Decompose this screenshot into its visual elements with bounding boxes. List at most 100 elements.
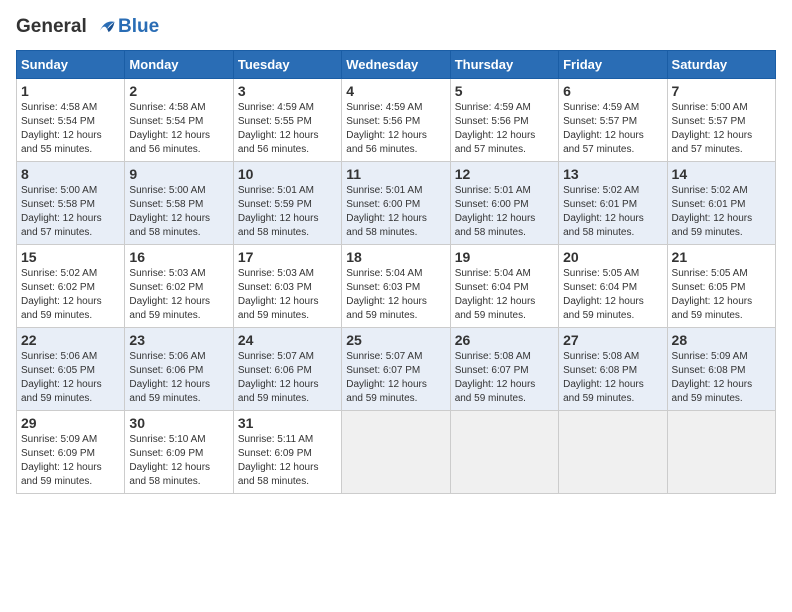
day-number: 23 xyxy=(129,332,228,348)
day-cell: 14 Sunrise: 5:02 AM Sunset: 6:01 PM Dayli… xyxy=(667,162,775,245)
day-number: 5 xyxy=(455,83,554,99)
day-number: 8 xyxy=(21,166,120,182)
week-row-3: 15 Sunrise: 5:02 AM Sunset: 6:02 PM Dayli… xyxy=(17,245,776,328)
day-info: Sunrise: 4:59 AM Sunset: 5:57 PM Dayligh… xyxy=(563,101,662,157)
day-info: Sunrise: 5:01 AM Sunset: 6:00 PM Dayligh… xyxy=(346,184,445,240)
day-number: 26 xyxy=(455,332,554,348)
day-cell: 4 Sunrise: 4:59 AM Sunset: 5:56 PM Daylig… xyxy=(342,79,450,162)
col-header-friday: Friday xyxy=(559,51,667,79)
day-cell xyxy=(342,411,450,494)
day-cell: 3Sunrise: 4:59 AM Sunset: 5:55 PM Daylig… xyxy=(233,79,341,162)
week-row-2: 8 Sunrise: 5:00 AM Sunset: 5:58 PM Daylig… xyxy=(17,162,776,245)
day-number: 10 xyxy=(238,166,337,182)
day-info: Sunrise: 4:59 AM Sunset: 5:56 PM Dayligh… xyxy=(346,101,445,157)
col-header-wednesday: Wednesday xyxy=(342,51,450,79)
day-info: Sunrise: 5:07 AM Sunset: 6:06 PM Dayligh… xyxy=(238,350,337,406)
day-number: 1 xyxy=(21,83,120,99)
day-info: Sunrise: 5:06 AM Sunset: 6:06 PM Dayligh… xyxy=(129,350,228,406)
page-header: General Blue xyxy=(16,16,776,38)
day-info: Sunrise: 5:10 AM Sunset: 6:09 PM Dayligh… xyxy=(129,433,228,489)
day-cell xyxy=(559,411,667,494)
col-header-tuesday: Tuesday xyxy=(233,51,341,79)
day-cell: 21Sunrise: 5:05 AM Sunset: 6:05 PM Dayli… xyxy=(667,245,775,328)
header-row: SundayMondayTuesdayWednesdayThursdayFrid… xyxy=(17,51,776,79)
day-info: Sunrise: 5:03 AM Sunset: 6:02 PM Dayligh… xyxy=(129,267,228,323)
logo-text-blue: Blue xyxy=(118,16,159,38)
day-cell: 31 Sunrise: 5:11 AM Sunset: 6:09 PM Dayli… xyxy=(233,411,341,494)
day-info: Sunrise: 4:59 AM Sunset: 5:55 PM Dayligh… xyxy=(238,101,337,157)
day-info: Sunrise: 5:05 AM Sunset: 6:04 PM Dayligh… xyxy=(563,267,662,323)
day-cell: 1Sunrise: 4:58 AM Sunset: 5:54 PM Daylig… xyxy=(17,79,125,162)
day-info: Sunrise: 5:11 AM Sunset: 6:09 PM Dayligh… xyxy=(238,433,337,489)
day-info: Sunrise: 5:02 AM Sunset: 6:01 PM Dayligh… xyxy=(563,184,662,240)
logo: General Blue xyxy=(16,16,159,38)
day-info: Sunrise: 5:02 AM Sunset: 6:01 PM Dayligh… xyxy=(672,184,771,240)
day-number: 15 xyxy=(21,249,120,265)
day-info: Sunrise: 5:08 AM Sunset: 6:08 PM Dayligh… xyxy=(563,350,662,406)
day-cell: 20 Sunrise: 5:05 AM Sunset: 6:04 PM Dayli… xyxy=(559,245,667,328)
day-cell: 7 Sunrise: 5:00 AM Sunset: 5:57 PM Daylig… xyxy=(667,79,775,162)
day-info: Sunrise: 5:08 AM Sunset: 6:07 PM Dayligh… xyxy=(455,350,554,406)
col-header-saturday: Saturday xyxy=(667,51,775,79)
day-number: 4 xyxy=(346,83,445,99)
day-number: 31 xyxy=(238,415,337,431)
day-info: Sunrise: 5:04 AM Sunset: 6:04 PM Dayligh… xyxy=(455,267,554,323)
col-header-monday: Monday xyxy=(125,51,233,79)
day-number: 29 xyxy=(21,415,120,431)
day-info: Sunrise: 5:02 AM Sunset: 6:02 PM Dayligh… xyxy=(21,267,120,323)
day-cell: 24Sunrise: 5:07 AM Sunset: 6:06 PM Dayli… xyxy=(233,328,341,411)
day-number: 11 xyxy=(346,166,445,182)
day-cell: 30 Sunrise: 5:10 AM Sunset: 6:09 PM Dayli… xyxy=(125,411,233,494)
day-cell: 25Sunrise: 5:07 AM Sunset: 6:07 PM Dayli… xyxy=(342,328,450,411)
day-info: Sunrise: 5:04 AM Sunset: 6:03 PM Dayligh… xyxy=(346,267,445,323)
day-cell: 27 Sunrise: 5:08 AM Sunset: 6:08 PM Dayli… xyxy=(559,328,667,411)
day-cell: 11 Sunrise: 5:01 AM Sunset: 6:00 PM Dayli… xyxy=(342,162,450,245)
day-number: 18 xyxy=(346,249,445,265)
day-cell: 29Sunrise: 5:09 AM Sunset: 6:09 PM Dayli… xyxy=(17,411,125,494)
day-number: 12 xyxy=(455,166,554,182)
day-number: 21 xyxy=(672,249,771,265)
day-number: 27 xyxy=(563,332,662,348)
day-info: Sunrise: 5:00 AM Sunset: 5:58 PM Dayligh… xyxy=(129,184,228,240)
day-info: Sunrise: 5:00 AM Sunset: 5:58 PM Dayligh… xyxy=(21,184,120,240)
day-info: Sunrise: 4:59 AM Sunset: 5:56 PM Dayligh… xyxy=(455,101,554,157)
calendar-table: SundayMondayTuesdayWednesdayThursdayFrid… xyxy=(16,50,776,494)
logo-text-general: General xyxy=(16,16,87,37)
col-header-thursday: Thursday xyxy=(450,51,558,79)
day-number: 28 xyxy=(672,332,771,348)
day-cell: 10 Sunrise: 5:01 AM Sunset: 5:59 PM Dayli… xyxy=(233,162,341,245)
day-info: Sunrise: 4:58 AM Sunset: 5:54 PM Dayligh… xyxy=(129,101,228,157)
day-info: Sunrise: 5:01 AM Sunset: 6:00 PM Dayligh… xyxy=(455,184,554,240)
day-cell: 15 Sunrise: 5:02 AM Sunset: 6:02 PM Dayli… xyxy=(17,245,125,328)
day-cell: 23 Sunrise: 5:06 AM Sunset: 6:06 PM Dayli… xyxy=(125,328,233,411)
day-number: 7 xyxy=(672,83,771,99)
day-cell: 9Sunrise: 5:00 AM Sunset: 5:58 PM Daylig… xyxy=(125,162,233,245)
day-info: Sunrise: 5:00 AM Sunset: 5:57 PM Dayligh… xyxy=(672,101,771,157)
day-cell: 13Sunrise: 5:02 AM Sunset: 6:01 PM Dayli… xyxy=(559,162,667,245)
day-cell: 12 Sunrise: 5:01 AM Sunset: 6:00 PM Dayli… xyxy=(450,162,558,245)
col-header-sunday: Sunday xyxy=(17,51,125,79)
day-cell: 18 Sunrise: 5:04 AM Sunset: 6:03 PM Dayli… xyxy=(342,245,450,328)
day-info: Sunrise: 5:09 AM Sunset: 6:08 PM Dayligh… xyxy=(672,350,771,406)
day-cell: 2 Sunrise: 4:58 AM Sunset: 5:54 PM Daylig… xyxy=(125,79,233,162)
day-number: 25 xyxy=(346,332,445,348)
day-cell: 19 Sunrise: 5:04 AM Sunset: 6:04 PM Dayli… xyxy=(450,245,558,328)
day-cell: 28 Sunrise: 5:09 AM Sunset: 6:08 PM Dayli… xyxy=(667,328,775,411)
day-number: 6 xyxy=(563,83,662,99)
day-info: Sunrise: 5:01 AM Sunset: 5:59 PM Dayligh… xyxy=(238,184,337,240)
week-row-4: 22 Sunrise: 5:06 AM Sunset: 6:05 PM Dayli… xyxy=(17,328,776,411)
day-info: Sunrise: 5:06 AM Sunset: 6:05 PM Dayligh… xyxy=(21,350,120,406)
day-cell xyxy=(667,411,775,494)
day-cell: 16Sunrise: 5:03 AM Sunset: 6:02 PM Dayli… xyxy=(125,245,233,328)
day-number: 2 xyxy=(129,83,228,99)
day-cell xyxy=(450,411,558,494)
logo-bird-icon xyxy=(94,16,116,38)
day-number: 14 xyxy=(672,166,771,182)
day-cell: 5 Sunrise: 4:59 AM Sunset: 5:56 PM Daylig… xyxy=(450,79,558,162)
day-number: 19 xyxy=(455,249,554,265)
day-cell: 17Sunrise: 5:03 AM Sunset: 6:03 PM Dayli… xyxy=(233,245,341,328)
day-number: 30 xyxy=(129,415,228,431)
day-number: 20 xyxy=(563,249,662,265)
day-cell: 8 Sunrise: 5:00 AM Sunset: 5:58 PM Daylig… xyxy=(17,162,125,245)
day-number: 22 xyxy=(21,332,120,348)
